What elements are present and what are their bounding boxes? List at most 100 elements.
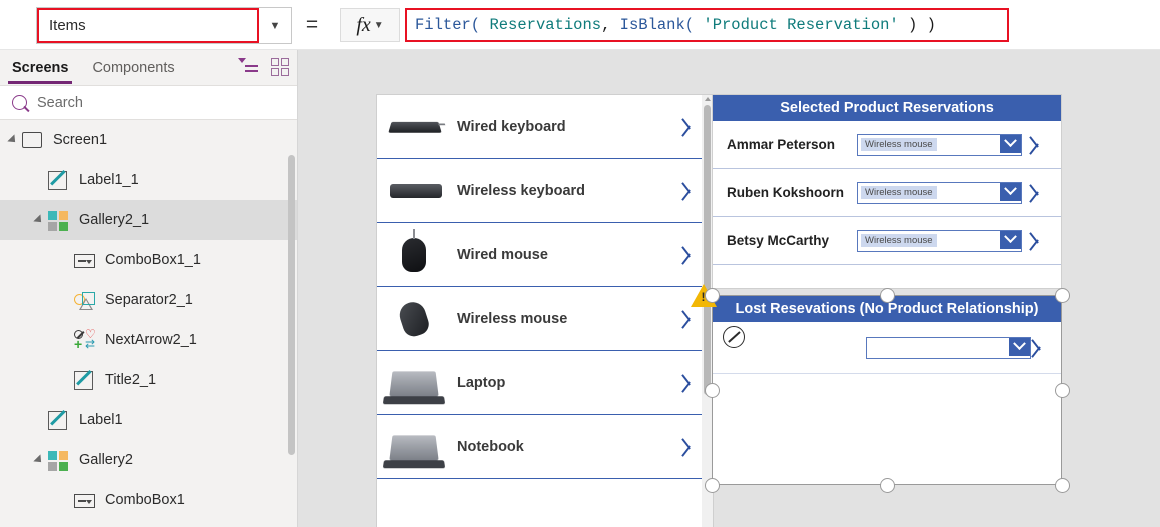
- wireless-keyboard-image: [387, 171, 445, 211]
- tree-view-icon[interactable]: [238, 58, 258, 76]
- search-box[interactable]: Search: [0, 86, 297, 120]
- notebook-image: [387, 427, 445, 467]
- combobox-selected-chip: Wireless mouse: [861, 138, 937, 151]
- thumbnail-view-icon[interactable]: [271, 58, 289, 76]
- twisty-expand-icon[interactable]: [7, 134, 19, 146]
- chevron-down-icon[interactable]: ▼: [259, 8, 291, 43]
- combobox-selected-chip: Wireless mouse: [861, 186, 937, 199]
- tree-item-label1_1[interactable]: Label1_1: [0, 160, 297, 200]
- property-value[interactable]: Items: [37, 8, 259, 43]
- tree-item-nextarrow2_1[interactable]: ♡ + ⇄ NextArrow2_1: [0, 320, 297, 360]
- selection-handle[interactable]: [705, 478, 720, 493]
- tree-item-label: Gallery2_1: [79, 212, 150, 228]
- reservation-person-name: Ammar Peterson: [727, 137, 836, 152]
- wired-mouse-image: [387, 228, 445, 275]
- reservation-row[interactable]: [713, 322, 1061, 374]
- tree-scrollbar[interactable]: [288, 155, 295, 455]
- product-row[interactable]: Laptop: [377, 351, 713, 415]
- tree-item-label1[interactable]: Label1: [0, 400, 297, 440]
- equals-sign: =: [305, 13, 319, 36]
- selection-handle[interactable]: [1055, 288, 1070, 303]
- product-gallery[interactable]: Wired keyboard Wireless keyboard Wired mou…: [376, 94, 714, 527]
- tree-item-label: Label1_1: [79, 172, 139, 188]
- chevron-down-icon[interactable]: [1009, 337, 1030, 357]
- tree-item-label: Separator2_1: [105, 292, 193, 308]
- next-arrow-icon[interactable]: [681, 309, 701, 329]
- selection-handle[interactable]: [1055, 478, 1070, 493]
- chevron-down-icon[interactable]: [1000, 230, 1021, 250]
- product-combobox[interactable]: Wireless mouse: [857, 181, 1022, 204]
- selection-handle[interactable]: [705, 383, 720, 398]
- selection-handle[interactable]: [705, 288, 720, 303]
- chevron-down-icon[interactable]: [1000, 182, 1021, 202]
- tree-item-screen1[interactable]: Screen1: [0, 120, 297, 160]
- laptop-image: [387, 363, 445, 403]
- scroll-up-icon[interactable]: [705, 97, 711, 101]
- tree-item-combobox1[interactable]: ComboBox1: [0, 480, 297, 520]
- next-arrow-icon[interactable]: [681, 117, 701, 137]
- next-arrow-icon[interactable]: [681, 181, 701, 201]
- tab-screens[interactable]: Screens: [0, 50, 80, 86]
- product-name: Wireless mouse: [457, 310, 568, 327]
- chevron-down-icon[interactable]: ▼: [374, 20, 384, 31]
- separator-icon: [74, 289, 96, 311]
- tree-item-gallery2_1[interactable]: Gallery2_1: [0, 200, 297, 240]
- product-row[interactable]: Wired keyboard: [377, 95, 713, 159]
- fx-button[interactable]: fx ▼: [340, 8, 400, 42]
- property-selector[interactable]: Items ▼: [36, 7, 292, 44]
- product-row[interactable]: Wireless keyboard: [377, 159, 713, 223]
- formula-token: 'Product Reservation': [703, 16, 899, 34]
- tree-item-combobox1_1[interactable]: ComboBox1_1: [0, 240, 297, 280]
- combobox-icon: [74, 249, 96, 271]
- tree-item-gallery2[interactable]: Gallery2: [0, 440, 297, 480]
- control-tree: Screen1 Label1_1 Gallery2_1 ComboBox1_1 Sepa…: [0, 120, 297, 525]
- scrollbar-thumb[interactable]: [704, 105, 711, 395]
- tree-item-title2_1[interactable]: Title2_1: [0, 360, 297, 400]
- view-toggle-group: [238, 58, 289, 76]
- reservation-row[interactable]: Betsy McCarthy Wireless mouse: [713, 217, 1061, 265]
- label-icon: [48, 169, 70, 191]
- reservation-row[interactable]: Ammar Peterson Wireless mouse: [713, 121, 1061, 169]
- next-arrow-icon[interactable]: [1029, 183, 1049, 203]
- search-placeholder: Search: [37, 94, 83, 111]
- next-arrow-icon[interactable]: [681, 437, 701, 457]
- screen-icon: [22, 129, 44, 151]
- tab-components[interactable]: Components: [80, 50, 186, 86]
- product-name: Notebook: [457, 438, 524, 455]
- chevron-down-icon[interactable]: [1000, 134, 1021, 154]
- nextarrow-icon: ♡ + ⇄: [74, 327, 96, 352]
- wired-keyboard-image: [387, 107, 445, 147]
- tree-item-label: Screen1: [53, 132, 108, 148]
- selected-reservations-rows: Ammar Peterson Wireless mouse Ruben Koksho…: [713, 121, 1061, 265]
- tree-item-separator2_1[interactable]: Separator2_1: [0, 280, 297, 320]
- next-arrow-icon[interactable]: [1029, 135, 1049, 155]
- product-combobox[interactable]: [866, 336, 1031, 359]
- reservation-row[interactable]: Ruben Kokshoorn Wireless mouse: [713, 169, 1061, 217]
- tree-item-label: ComboBox1_1: [105, 252, 201, 268]
- next-arrow-icon[interactable]: [1029, 231, 1049, 251]
- formula-token: ,: [601, 16, 620, 34]
- product-row[interactable]: Wired mouse: [377, 223, 713, 287]
- fx-label: fx: [356, 13, 371, 36]
- next-arrow-icon[interactable]: [681, 245, 701, 265]
- selection-handle[interactable]: [880, 478, 895, 493]
- gallery-icon: [48, 449, 70, 471]
- wireless-mouse-image: [387, 298, 445, 339]
- next-arrow-icon[interactable]: [681, 373, 701, 393]
- lost-reservations-gallery[interactable]: Lost Resevations (No Product Relationshi…: [691, 284, 1070, 493]
- edit-pencil-icon[interactable]: [723, 326, 745, 348]
- selection-handle[interactable]: [1055, 383, 1070, 398]
- product-row[interactable]: Notebook: [377, 415, 713, 479]
- selected-reservations-gallery[interactable]: Selected Product Reservations Ammar Pete…: [712, 94, 1062, 289]
- selection-handle[interactable]: [880, 288, 895, 303]
- tree-item-label: Label1: [79, 412, 123, 428]
- next-arrow-icon[interactable]: [1031, 338, 1051, 358]
- twisty-expand-icon[interactable]: [33, 454, 45, 466]
- product-row[interactable]: Wireless mouse: [377, 287, 713, 351]
- formula-input[interactable]: Filter( Reservations, IsBlank( 'Product …: [405, 8, 1009, 42]
- product-combobox[interactable]: Wireless mouse: [857, 229, 1022, 252]
- twisty-expand-icon[interactable]: [33, 214, 45, 226]
- selected-reservations-title: Selected Product Reservations: [713, 95, 1061, 121]
- tree-item-label: Gallery2: [79, 452, 133, 468]
- product-combobox[interactable]: Wireless mouse: [857, 133, 1022, 156]
